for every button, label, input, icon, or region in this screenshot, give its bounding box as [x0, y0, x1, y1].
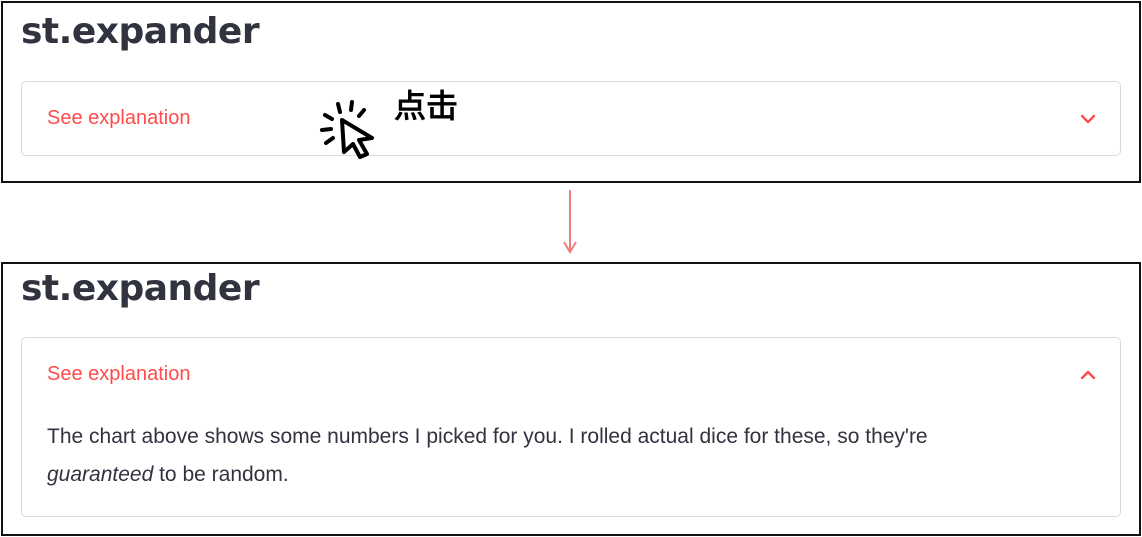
expander-header[interactable]: See explanation [22, 82, 1120, 156]
expander-label: See explanation [47, 363, 191, 385]
expander-collapsed[interactable]: See explanation [21, 81, 1121, 156]
explanation-text-end: to be random. [153, 463, 289, 486]
expander-label: See explanation [47, 107, 191, 129]
chevron-down-icon[interactable] [1078, 109, 1098, 129]
step-expanded-panel: st.expander See explanation The chart ab… [1, 262, 1141, 536]
step-collapsed-panel: st.expander See explanation 点击 [1, 1, 1141, 183]
expander-header[interactable]: See explanation [22, 338, 1120, 412]
explanation-text: The chart above shows some numbers I pic… [47, 425, 928, 448]
expander-expanded[interactable]: See explanation The chart above shows so… [21, 337, 1121, 517]
click-annotation-label: 点击 [394, 87, 459, 125]
page-title: st.expander [21, 268, 260, 309]
page-title: st.expander [21, 11, 260, 52]
chevron-up-icon[interactable] [1078, 365, 1098, 385]
down-arrow-icon [563, 190, 577, 254]
click-cursor-icon [320, 100, 374, 159]
explanation-emphasis: guaranteed [47, 463, 154, 486]
expander-content: The chart above shows some numbers I pic… [47, 418, 1087, 494]
page: st.expander See explanation 点击 st.expand… [0, 0, 1142, 537]
